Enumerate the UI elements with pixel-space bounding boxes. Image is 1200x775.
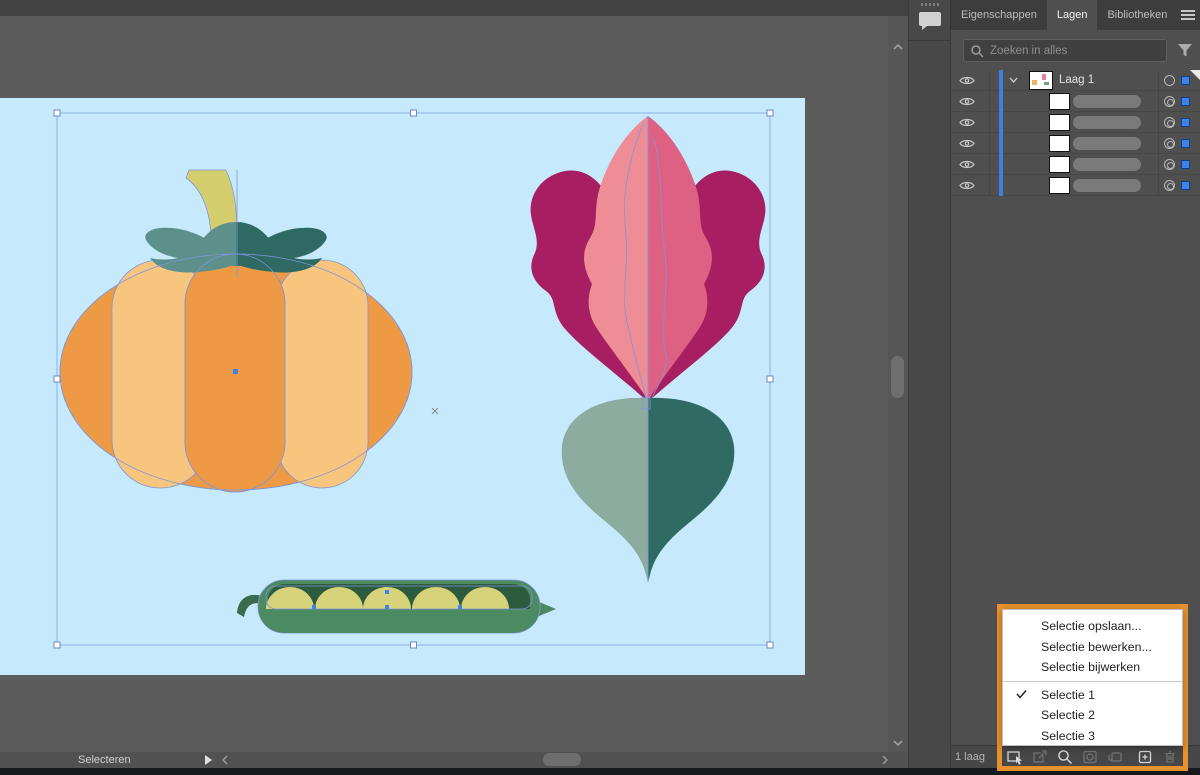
sublayer-thumbnail[interactable] bbox=[1049, 177, 1070, 194]
layer-name[interactable]: Laag 1 bbox=[1059, 74, 1094, 86]
target-circle-icon[interactable] bbox=[1164, 75, 1175, 86]
collapsed-panel-dock bbox=[908, 0, 951, 775]
target-circle-icon[interactable] bbox=[1164, 159, 1175, 170]
visibility-eye-icon[interactable] bbox=[959, 180, 975, 191]
search-icon bbox=[971, 45, 984, 58]
selection-color-square[interactable] bbox=[1181, 160, 1190, 169]
tool-status-label: Selecteren bbox=[78, 754, 131, 766]
search-row bbox=[951, 30, 1200, 70]
layer-selection-bar bbox=[999, 112, 1003, 133]
layer-selection-bar bbox=[999, 175, 1003, 196]
menu-item-selectie-1[interactable]: Selectie 1 bbox=[1003, 685, 1182, 706]
scroll-left-icon[interactable] bbox=[222, 755, 228, 765]
sublayer-thumbnail[interactable] bbox=[1049, 135, 1070, 152]
beet-illustration[interactable] bbox=[530, 116, 766, 582]
sublayer-name-pill[interactable] bbox=[1073, 137, 1141, 150]
sublayer-thumbnail[interactable] bbox=[1049, 156, 1070, 173]
sublayer-thumbnail[interactable] bbox=[1049, 93, 1070, 110]
visibility-eye-icon[interactable] bbox=[959, 159, 975, 170]
scroll-down-icon[interactable] bbox=[893, 740, 903, 746]
menu-separator bbox=[1003, 680, 1182, 682]
sublayer-row[interactable] bbox=[951, 133, 1200, 154]
layer-selection-bar bbox=[999, 91, 1003, 112]
selection-color-square[interactable] bbox=[1181, 139, 1190, 148]
menu-item-selectie-bewerken[interactable]: Selectie bewerken... bbox=[1003, 637, 1182, 658]
sublayer-row[interactable] bbox=[951, 154, 1200, 175]
tab-lagen[interactable]: Lagen bbox=[1046, 0, 1098, 30]
layer-selection-bar bbox=[999, 133, 1003, 154]
menu-item-selectie-2[interactable]: Selectie 2 bbox=[1003, 705, 1182, 726]
layer-thumbnail[interactable] bbox=[1029, 71, 1053, 90]
horizontal-scroll-thumb[interactable] bbox=[543, 753, 581, 766]
panel-corner-notch bbox=[1190, 70, 1200, 81]
search-box[interactable] bbox=[963, 39, 1167, 62]
selection-context-menu: Selectie opslaan... Selectie bewerken...… bbox=[1002, 609, 1183, 746]
beet-root-left[interactable] bbox=[561, 397, 648, 582]
reference-point-cross bbox=[431, 407, 439, 415]
sublayer-row[interactable] bbox=[951, 112, 1200, 133]
pea-pod-illustration[interactable] bbox=[237, 579, 556, 634]
pumpkin-center-anchor[interactable] bbox=[233, 369, 238, 374]
illustrator-window: Selecteren Eigenschappen Lagen Bibliotheke… bbox=[0, 0, 1200, 775]
layer-selection-bar bbox=[999, 70, 1003, 91]
sublayer-name-pill[interactable] bbox=[1073, 158, 1141, 171]
selection-color-square[interactable] bbox=[1181, 118, 1190, 127]
tab-bibliotheken[interactable]: Bibliotheken bbox=[1097, 0, 1177, 30]
visibility-eye-icon[interactable] bbox=[959, 138, 975, 149]
menu-item-selectie-bijwerken[interactable]: Selectie bijwerken bbox=[1003, 657, 1182, 678]
visibility-eye-icon[interactable] bbox=[959, 96, 975, 107]
selection-color-square[interactable] bbox=[1181, 76, 1190, 85]
comments-panel-button[interactable] bbox=[909, 0, 951, 41]
status-bar: Selecteren bbox=[0, 752, 908, 768]
tutorial-highlight-box: Selectie opslaan... Selectie bewerken...… bbox=[997, 604, 1188, 771]
scroll-up-icon[interactable] bbox=[893, 44, 903, 50]
artboard[interactable] bbox=[0, 98, 805, 675]
menu-item-selectie-3[interactable]: Selectie 3 bbox=[1003, 726, 1182, 747]
pumpkin-illustration[interactable] bbox=[59, 169, 413, 493]
panel-menu-icon[interactable] bbox=[1181, 10, 1195, 20]
beet-root-right[interactable] bbox=[648, 397, 735, 582]
search-input[interactable] bbox=[990, 41, 1162, 60]
vertical-scroll-thumb[interactable] bbox=[891, 356, 904, 398]
checkmark-icon bbox=[1016, 689, 1027, 699]
menu-item-selectie-opslaan[interactable]: Selectie opslaan... bbox=[1003, 616, 1182, 637]
panel-tab-bar: Eigenschappen Lagen Bibliotheken bbox=[951, 0, 1200, 30]
layer-row-laag-1[interactable]: Laag 1 bbox=[951, 70, 1200, 91]
sublayer-row[interactable] bbox=[951, 91, 1200, 112]
canvas-top-strip bbox=[0, 0, 908, 16]
sublayer-thumbnail[interactable] bbox=[1049, 114, 1070, 131]
layer-selection-bar bbox=[999, 154, 1003, 175]
dock-grip-dots bbox=[921, 3, 939, 6]
comment-bubble-icon bbox=[919, 12, 941, 30]
tab-eigenschappen[interactable]: Eigenschappen bbox=[951, 0, 1047, 30]
sublayer-name-pill[interactable] bbox=[1073, 95, 1141, 108]
sublayer-name-pill[interactable] bbox=[1073, 116, 1141, 129]
target-circle-icon[interactable] bbox=[1164, 117, 1175, 128]
vertical-scrollbar[interactable] bbox=[888, 16, 908, 752]
target-circle-icon[interactable] bbox=[1164, 180, 1175, 191]
target-circle-icon[interactable] bbox=[1164, 138, 1175, 149]
sublayer-row[interactable] bbox=[951, 175, 1200, 196]
target-circle-icon[interactable] bbox=[1164, 96, 1175, 107]
canvas-area[interactable]: Selecteren bbox=[0, 0, 908, 775]
filter-funnel-icon[interactable] bbox=[1177, 43, 1193, 58]
visibility-eye-icon[interactable] bbox=[959, 75, 975, 86]
selection-color-square[interactable] bbox=[1181, 181, 1190, 190]
selection-color-square[interactable] bbox=[1181, 97, 1190, 106]
chevron-down-icon[interactable] bbox=[1009, 77, 1018, 83]
layer-count-label: 1 laag bbox=[955, 751, 985, 763]
visibility-eye-icon[interactable] bbox=[959, 117, 975, 128]
scroll-right-icon[interactable] bbox=[882, 755, 888, 765]
status-expand-icon[interactable] bbox=[205, 755, 212, 765]
sublayer-name-pill[interactable] bbox=[1073, 179, 1141, 192]
